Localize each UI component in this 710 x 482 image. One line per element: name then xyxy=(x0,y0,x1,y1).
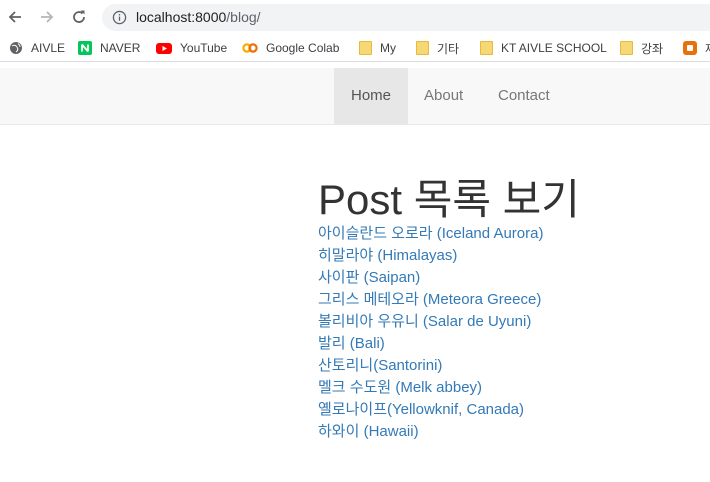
nav-home[interactable]: Home xyxy=(334,68,408,124)
bookmark-label: NAVER xyxy=(100,41,141,55)
post-link[interactable]: 멜크 수도원 (Melk abbey) xyxy=(318,377,543,399)
bookmark-label: KT AIVLE SCHOOL xyxy=(501,41,607,55)
bookmark-label: My xyxy=(380,41,396,55)
bookmark-aivle[interactable]: AIVLE xyxy=(9,39,65,57)
post-link[interactable]: 아이슬란드 오로라 (Iceland Aurora) xyxy=(318,223,543,245)
back-button[interactable] xyxy=(4,6,26,28)
folder-icon xyxy=(416,41,429,55)
page-content: Home About Contact Post 목록 보기 아이슬란드 오로라 … xyxy=(0,63,710,482)
bookmark-folder-lectures[interactable]: 강좌 xyxy=(620,39,663,57)
nav-contact[interactable]: Contact xyxy=(482,68,566,124)
bookmark-label: Google Colab xyxy=(266,41,340,55)
reload-icon xyxy=(73,10,85,23)
bookmark-partial[interactable]: 제 xyxy=(683,39,710,57)
bookmark-naver[interactable]: NAVER xyxy=(78,39,140,57)
bookmark-icon xyxy=(683,41,697,55)
post-link[interactable]: 하와이 (Hawaii) xyxy=(318,421,543,443)
url-text[interactable]: localhost:8000/blog/ xyxy=(136,9,261,25)
post-link[interactable]: 그리스 메테오라 (Meteora Greece) xyxy=(318,289,543,311)
back-arrow-icon xyxy=(8,11,21,23)
folder-icon xyxy=(359,41,372,55)
folder-icon xyxy=(620,41,633,55)
page-title: Post 목록 보기 xyxy=(318,176,580,223)
post-link[interactable]: 볼리비아 우유니 (Salar de Uyuni) xyxy=(318,311,543,333)
naver-icon xyxy=(78,41,92,55)
browser-toolbar: localhost:8000/blog/ xyxy=(0,0,710,34)
bookmarks-bar: AIVLE NAVER YouTube Google Colab My 기타 K… xyxy=(0,34,710,62)
site-navbar: Home About Contact xyxy=(0,68,710,125)
bookmark-google-colab[interactable]: Google Colab xyxy=(242,39,339,57)
nav-about[interactable]: About xyxy=(408,68,479,124)
bookmark-folder-kt-aivle-school[interactable]: KT AIVLE SCHOOL xyxy=(480,39,607,57)
info-icon[interactable] xyxy=(112,10,127,25)
post-link[interactable]: 히말라야 (Himalayas) xyxy=(318,245,543,267)
reload-button[interactable] xyxy=(68,6,90,28)
bookmark-label: 기타 xyxy=(437,41,460,56)
colab-icon xyxy=(242,43,258,53)
post-link[interactable]: 발리 (Bali) xyxy=(318,333,543,355)
bookmark-folder-etc[interactable]: 기타 xyxy=(416,39,459,57)
url-host: localhost:8000 xyxy=(136,9,227,25)
youtube-icon xyxy=(156,43,172,54)
bookmark-label: 제 xyxy=(705,40,710,57)
globe-icon xyxy=(10,42,22,54)
bookmark-label: YouTube xyxy=(180,41,228,55)
bookmark-youtube[interactable]: YouTube xyxy=(156,39,227,57)
forward-button[interactable] xyxy=(36,6,58,28)
post-list: 아이슬란드 오로라 (Iceland Aurora) 히말라야 (Himalay… xyxy=(318,223,543,443)
post-link[interactable]: 산토리니(Santorini) xyxy=(318,355,543,377)
forward-arrow-icon xyxy=(41,11,54,23)
bookmark-folder-my[interactable]: My xyxy=(359,39,396,57)
address-bar[interactable]: localhost:8000/blog/ xyxy=(102,4,710,31)
post-link[interactable]: 사이판 (Saipan) xyxy=(318,267,543,289)
bookmark-label: 강좌 xyxy=(641,41,664,56)
url-path: /blog/ xyxy=(226,9,261,25)
bookmark-label: AIVLE xyxy=(31,41,66,55)
folder-icon xyxy=(480,41,493,55)
post-link[interactable]: 옐로나이프(Yellowknif, Canada) xyxy=(318,399,543,421)
